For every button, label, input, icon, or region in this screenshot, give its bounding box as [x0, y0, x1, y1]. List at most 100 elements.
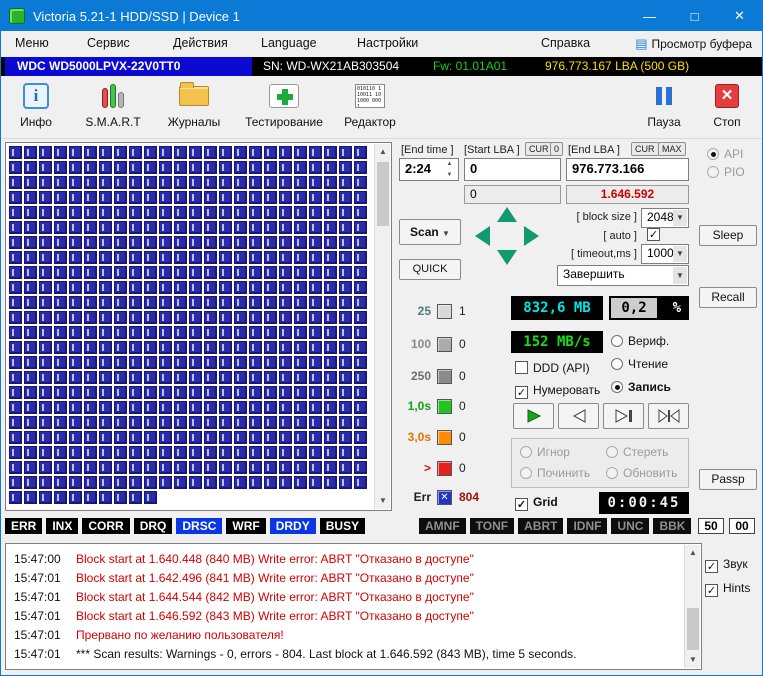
start-lba-input[interactable]: 0 — [464, 158, 561, 181]
scan-button[interactable]: Scan ▼ — [399, 219, 461, 245]
quick-button[interactable]: QUICK — [399, 259, 461, 280]
test-block — [279, 356, 292, 369]
test-block — [54, 461, 67, 474]
test-block — [69, 476, 82, 489]
test-block — [99, 341, 112, 354]
test-block — [294, 461, 307, 474]
end-lba-max-button[interactable]: MAX — [658, 142, 686, 156]
on-end-dropdown-icon[interactable]: ▼ — [673, 267, 687, 284]
recall-button[interactable]: Recall — [699, 287, 757, 308]
sleep-button[interactable]: Sleep — [699, 225, 757, 246]
test-block — [309, 461, 322, 474]
scan-dropdown-icon[interactable]: ▼ — [442, 229, 450, 238]
block-size-combo[interactable]: 2048▼ — [641, 208, 689, 228]
test-block — [84, 221, 97, 234]
passp-button[interactable]: Passp — [699, 469, 757, 490]
device-model[interactable]: WDC WD5000LPVX-22V0TT0 — [5, 57, 252, 76]
grid-checkbox[interactable]: ✓Grid — [515, 495, 558, 511]
numerate-checkbox[interactable]: ✓Нумеровать — [515, 383, 600, 399]
journals-button[interactable]: Журналы — [159, 79, 229, 129]
end-lba-input[interactable]: 976.773.166 — [566, 158, 689, 181]
test-block — [264, 296, 277, 309]
api-radio[interactable]: API — [707, 147, 743, 161]
status-badge: DRQ — [134, 518, 173, 534]
maximize-button[interactable]: □ — [672, 1, 717, 31]
sound-checkbox[interactable]: ✓Звук — [705, 557, 748, 573]
end-lba-cur-button[interactable]: CUR — [631, 142, 659, 156]
test-block — [339, 431, 352, 444]
test-block — [294, 356, 307, 369]
ignore-radio[interactable]: Игнор — [520, 445, 570, 459]
scroll-up-icon[interactable]: ▲ — [375, 144, 391, 160]
hints-checkbox[interactable]: ✓Hints — [705, 581, 750, 597]
menu-settings[interactable]: Настройки — [357, 36, 418, 50]
next-error-button[interactable] — [603, 403, 644, 429]
seek-left-icon[interactable] — [475, 226, 490, 246]
menu-main[interactable]: Меню — [15, 36, 49, 50]
status-badge: CORR — [82, 518, 129, 534]
ddd-api-checkbox[interactable]: DDD (API) — [515, 361, 590, 375]
test-block — [309, 176, 322, 189]
read-radio[interactable]: Чтение — [611, 357, 668, 371]
auto-checkbox[interactable]: ✓ — [647, 228, 660, 241]
start-lba-cur-button[interactable]: CUR — [525, 142, 553, 156]
test-block — [174, 146, 187, 159]
seek-up-icon[interactable] — [497, 207, 517, 222]
test-block — [264, 476, 277, 489]
start-lba-zero-button[interactable]: 0 — [550, 142, 563, 156]
menu-service[interactable]: Сервис — [87, 36, 130, 50]
info-button[interactable]: i Инфо — [7, 79, 65, 129]
test-block — [234, 251, 247, 264]
pio-radio[interactable]: PIO — [707, 165, 745, 179]
menu-language[interactable]: Language — [261, 36, 317, 50]
test-block — [129, 476, 142, 489]
buffer-view-button[interactable]: ▤Просмотр буфера — [635, 36, 752, 52]
block-size-dropdown-icon[interactable]: ▼ — [673, 210, 687, 226]
test-block — [24, 251, 37, 264]
close-button[interactable]: ✕ — [717, 1, 762, 31]
start-test-button[interactable] — [513, 403, 554, 429]
menu-help[interactable]: Справка — [541, 36, 590, 50]
test-block — [144, 311, 157, 324]
stop-button[interactable]: ✕ Стоп — [699, 79, 755, 129]
scroll-down-icon[interactable]: ▼ — [685, 652, 701, 668]
block-map-scrollbar[interactable]: ▲ ▼ — [374, 144, 390, 509]
end-time-input[interactable]: 2:24 ▲▼ — [399, 158, 459, 181]
smart-button[interactable]: S.M.A.R.T — [75, 79, 151, 129]
end-time-spinner-icon[interactable]: ▲▼ — [443, 161, 456, 178]
test-block — [279, 386, 292, 399]
on-end-combo[interactable]: Завершить▼ — [557, 265, 689, 286]
fix-radio[interactable]: Починить — [520, 466, 590, 480]
app-icon — [9, 8, 25, 24]
test-block — [339, 176, 352, 189]
test-block — [24, 161, 37, 174]
test-block — [144, 446, 157, 459]
testing-button[interactable]: Тестирование — [239, 79, 329, 129]
scroll-thumb[interactable] — [377, 162, 389, 226]
goto-end-button[interactable] — [648, 403, 689, 429]
timeout-spinner-icon[interactable]: ▼ — [673, 246, 687, 262]
editor-button[interactable]: 010110 110011 101000 0001 Редактор — [335, 79, 405, 129]
elapsed-time-display: 0:00:45 — [599, 492, 689, 514]
write-radio[interactable]: Запись — [611, 380, 671, 394]
timeout-combo[interactable]: 10000▼ — [641, 244, 689, 264]
scroll-thumb[interactable] — [687, 608, 699, 650]
test-block — [234, 386, 247, 399]
verify-radio[interactable]: Вериф. — [611, 334, 669, 348]
scroll-up-icon[interactable]: ▲ — [685, 545, 701, 561]
minimize-button[interactable]: — — [627, 1, 672, 31]
pause-button[interactable]: Пауза — [637, 79, 691, 129]
seek-right-icon[interactable] — [524, 226, 539, 246]
test-block — [309, 221, 322, 234]
log-scrollbar[interactable]: ▲ ▼ — [684, 545, 700, 668]
erase-radio[interactable]: Стереть — [606, 445, 668, 459]
test-block — [189, 191, 202, 204]
refresh-radio[interactable]: Обновить — [606, 466, 677, 480]
status-register-value: 50 — [698, 518, 724, 534]
menu-actions[interactable]: Действия — [173, 36, 228, 50]
step-back-button[interactable] — [558, 403, 599, 429]
test-block — [204, 221, 217, 234]
scroll-down-icon[interactable]: ▼ — [375, 493, 391, 509]
seek-down-icon[interactable] — [497, 250, 517, 265]
test-block — [39, 461, 52, 474]
